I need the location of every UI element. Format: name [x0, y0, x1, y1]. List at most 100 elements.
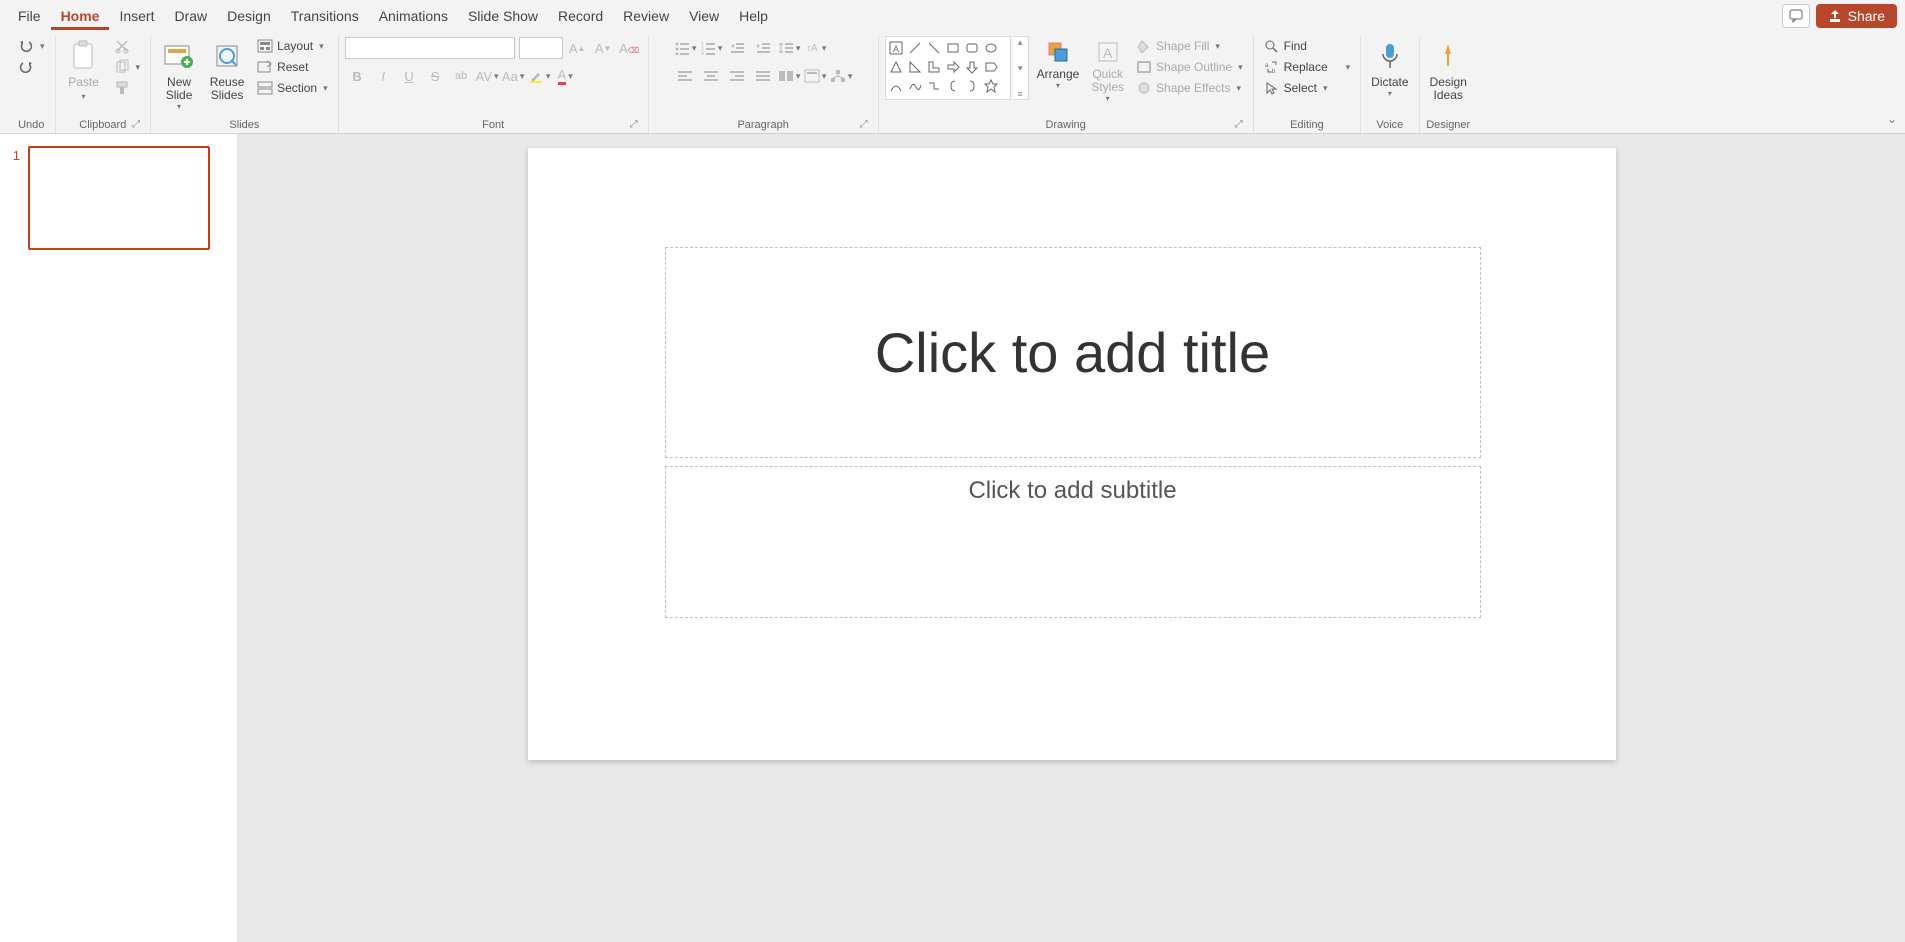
align-right-button[interactable]: [725, 64, 749, 88]
group-undo: ▾ Undo: [8, 36, 56, 133]
align-right-icon: [729, 69, 745, 83]
tab-review[interactable]: Review: [613, 2, 679, 30]
shapes-more[interactable]: ≡: [1013, 89, 1028, 99]
shape-oval[interactable]: [983, 39, 1000, 56]
subtitle-placeholder[interactable]: Click to add subtitle: [665, 466, 1481, 618]
dictate-icon: [1379, 42, 1401, 70]
decrease-font-button[interactable]: A▼: [591, 36, 615, 60]
shape-arc[interactable]: [888, 77, 905, 94]
bold-button[interactable]: B: [345, 64, 369, 88]
slide-thumbnail-1[interactable]: [28, 146, 210, 250]
shape-arrow-down[interactable]: [964, 58, 981, 75]
arrange-button[interactable]: Arrange▾: [1033, 36, 1084, 92]
shape-triangle[interactable]: [888, 58, 905, 75]
tab-record[interactable]: Record: [548, 2, 613, 30]
columns-button[interactable]: ▾: [777, 64, 801, 88]
italic-button[interactable]: I: [371, 64, 395, 88]
increase-indent-button[interactable]: [751, 36, 775, 60]
smartart-button[interactable]: ▾: [829, 64, 853, 88]
title-placeholder[interactable]: Click to add title: [665, 247, 1481, 458]
copy-button[interactable]: ▾: [110, 57, 145, 77]
section-button[interactable]: Section▾: [253, 78, 332, 98]
tab-home[interactable]: Home: [51, 2, 110, 30]
reuse-slides-button[interactable]: Reuse Slides: [205, 36, 249, 104]
clipboard-dialog-launcher[interactable]: ⤢: [132, 119, 144, 131]
shape-effects-icon: [1136, 81, 1152, 95]
shape-line[interactable]: [907, 39, 924, 56]
new-slide-button[interactable]: New Slide▾: [157, 36, 201, 113]
shape-effects-button[interactable]: Shape Effects▾: [1132, 78, 1247, 98]
tab-design[interactable]: Design: [217, 2, 281, 30]
font-dialog-launcher[interactable]: ⤢: [630, 119, 642, 131]
slide-canvas[interactable]: Click to add title Click to add subtitle: [528, 148, 1616, 760]
strikethrough-button[interactable]: S: [423, 64, 447, 88]
shape-outline-button[interactable]: Shape Outline▾: [1132, 57, 1247, 77]
layout-button[interactable]: Layout▾: [253, 36, 332, 56]
tab-animations[interactable]: Animations: [369, 2, 458, 30]
tab-file[interactable]: File: [8, 2, 51, 30]
comments-button[interactable]: [1782, 4, 1810, 28]
shape-rect[interactable]: [945, 39, 962, 56]
font-color-button[interactable]: A▾: [553, 64, 577, 88]
share-button[interactable]: Share: [1816, 4, 1897, 28]
font-size-input[interactable]: [519, 37, 563, 59]
paragraph-dialog-launcher[interactable]: ⤢: [860, 119, 872, 131]
paste-button[interactable]: Paste▾: [62, 36, 106, 104]
text-direction-button[interactable]: ↕A▾: [803, 36, 827, 60]
shape-brace-r[interactable]: [964, 77, 981, 94]
line-spacing-button[interactable]: ▾: [777, 36, 801, 60]
shape-pentagon[interactable]: [983, 58, 1000, 75]
shape-connector[interactable]: [926, 77, 943, 94]
shape-line2[interactable]: [926, 39, 943, 56]
increase-font-button[interactable]: A▲: [565, 36, 589, 60]
shape-roundrect[interactable]: [964, 39, 981, 56]
tab-slideshow[interactable]: Slide Show: [458, 2, 548, 30]
shape-rtriangle[interactable]: [907, 58, 924, 75]
shape-fill-button[interactable]: Shape Fill▾: [1132, 36, 1247, 56]
undo-button[interactable]: ▾: [14, 36, 49, 56]
tab-draw[interactable]: Draw: [164, 2, 217, 30]
group-drawing: A ▴ ▾ ≡: [879, 36, 1254, 133]
clear-formatting-button[interactable]: A⌫: [617, 36, 641, 60]
shape-textbox[interactable]: A: [888, 39, 905, 56]
find-button[interactable]: Find: [1260, 36, 1355, 56]
format-painter-button[interactable]: [110, 78, 145, 98]
design-ideas-button[interactable]: Design Ideas: [1426, 36, 1471, 104]
collapse-ribbon-button[interactable]: ⌄: [1887, 112, 1897, 126]
bullets-button[interactable]: ▾: [673, 36, 697, 60]
underline-button[interactable]: U: [397, 64, 421, 88]
highlight-button[interactable]: ▾: [527, 64, 551, 88]
char-spacing-button[interactable]: AV▾: [475, 64, 499, 88]
shape-curve[interactable]: [907, 77, 924, 94]
align-center-button[interactable]: [699, 64, 723, 88]
shape-star[interactable]: [983, 77, 1000, 94]
shapes-scroll-down[interactable]: ▾: [1013, 63, 1028, 74]
replace-button[interactable]: abReplace▾: [1260, 57, 1355, 77]
drawing-dialog-launcher[interactable]: ⤢: [1235, 119, 1247, 131]
shape-arrow-right[interactable]: [945, 58, 962, 75]
redo-button[interactable]: [14, 57, 49, 77]
quick-styles-button[interactable]: A Quick Styles▾: [1087, 36, 1128, 105]
tab-help[interactable]: Help: [729, 2, 778, 30]
reset-button[interactable]: Reset: [253, 57, 332, 77]
align-left-button[interactable]: [673, 64, 697, 88]
align-text-button[interactable]: ▾: [803, 64, 827, 88]
slide-editor-area[interactable]: Click to add title Click to add subtitle: [238, 134, 1905, 942]
shapes-gallery[interactable]: A: [885, 36, 1011, 100]
tab-view[interactable]: View: [679, 2, 729, 30]
decrease-indent-button[interactable]: [725, 36, 749, 60]
shapes-scroll-up[interactable]: ▴: [1013, 37, 1028, 48]
cut-button[interactable]: [110, 36, 145, 56]
dictate-button[interactable]: Dictate▾: [1367, 36, 1412, 100]
tab-transitions[interactable]: Transitions: [281, 2, 369, 30]
shape-brace-l[interactable]: [945, 77, 962, 94]
select-button[interactable]: Select▾: [1260, 78, 1355, 98]
shape-l[interactable]: [926, 58, 943, 75]
shadow-button[interactable]: ab: [449, 64, 473, 88]
numbering-button[interactable]: 123▾: [699, 36, 723, 60]
tab-insert[interactable]: Insert: [109, 2, 164, 30]
font-name-input[interactable]: [345, 37, 515, 59]
justify-button[interactable]: [751, 64, 775, 88]
slide-thumbnail-panel[interactable]: 1: [0, 134, 238, 942]
change-case-button[interactable]: Aa▾: [501, 64, 525, 88]
